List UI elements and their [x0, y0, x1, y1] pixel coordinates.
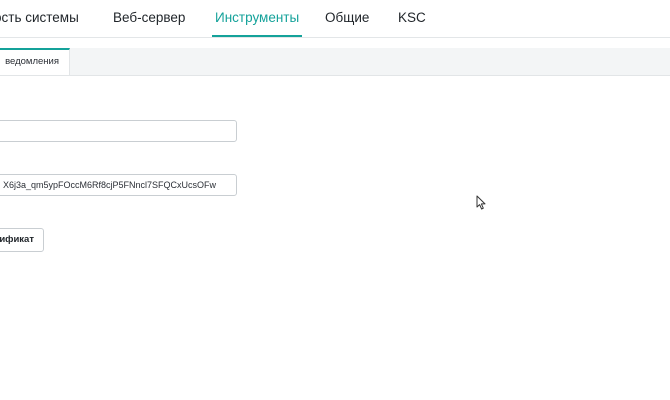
tab-web-server[interactable]: Веб-сервер	[113, 0, 185, 37]
token-field[interactable]: X6j3a_qm5ypFOccM6Rf8cjP5FNncl7SFQCxUcsOF…	[0, 174, 237, 196]
tab-system-status[interactable]: ость системы	[0, 0, 79, 37]
certificate-button[interactable]: ификат	[0, 228, 44, 252]
top-navigation: ость системы Веб-сервер Инструменты Общи…	[0, 0, 670, 38]
tab-ksc[interactable]: KSC	[398, 0, 426, 37]
sub-tab-notifications[interactable]: ведомления	[0, 48, 70, 75]
tab-tools[interactable]: Инструменты	[212, 0, 303, 37]
sub-tab-bar	[0, 48, 670, 76]
text-input[interactable]	[0, 120, 237, 142]
tab-general[interactable]: Общие	[325, 0, 369, 37]
mouse-pointer-icon	[476, 195, 486, 210]
